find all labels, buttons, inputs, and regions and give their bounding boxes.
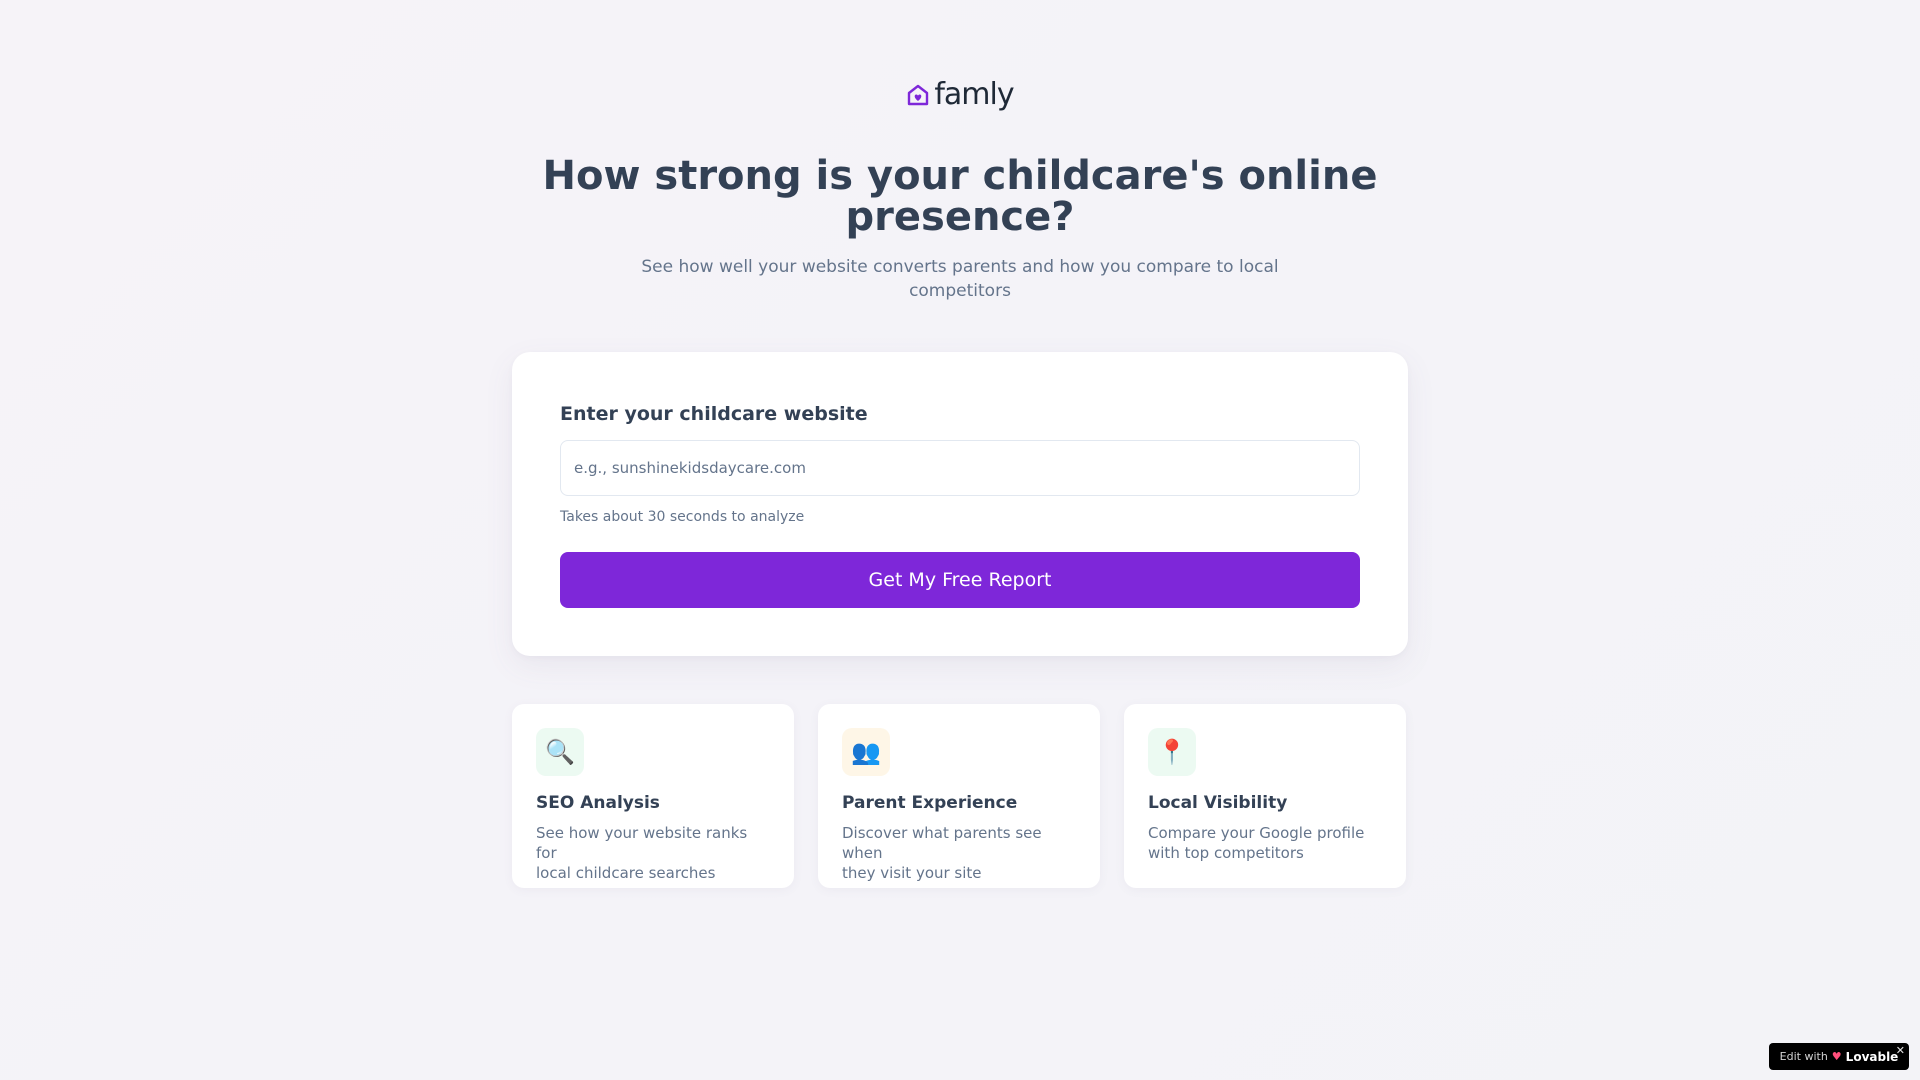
feature-description: Discover what parents see when they visi… [842,823,1076,883]
get-free-report-button[interactable]: Get My Free Report [560,552,1360,608]
edit-with-lovable-badge[interactable]: Edit with ♥ Lovable ✕ [1769,1043,1909,1070]
feature-description: Compare your Google profile with top com… [1148,823,1382,863]
page-title-line: How strong is your childcare's online [542,153,1378,199]
badge-prefix: Edit with [1779,1050,1828,1063]
feature-description-line: Discover what parents see when [842,824,1042,862]
website-url-input[interactable] [560,440,1360,496]
feature-cards: 🔍 SEO Analysis See how your website rank… [512,704,1408,888]
house-heart-icon [906,83,930,107]
feature-title: Parent Experience [842,793,1018,813]
location-pin-icon: 📍 [1148,728,1196,776]
page-title-line: presence? [845,194,1075,240]
lovable-heart-icon: ♥ [1831,1050,1842,1063]
feature-description-line: they visit your site [842,864,982,882]
analysis-time-hint: Takes about 30 seconds to analyze [560,509,805,525]
badge-brand: Lovable [1845,1049,1899,1064]
magnifier-icon: 🔍 [536,728,584,776]
page-subtitle: See how well your website converts paren… [512,255,1408,303]
feature-card-parent-experience: 👥 Parent Experience Discover what parent… [818,704,1100,888]
feature-title: SEO Analysis [536,793,660,813]
feature-title: Local Visibility [1148,793,1288,813]
page-subtitle-line: See how well your website converts paren… [641,257,1279,277]
feature-card-local-visibility: 📍 Local Visibility Compare your Google p… [1124,704,1406,888]
logo-wordmark: famly [934,77,1014,112]
website-field-label: Enter your childcare website [560,403,868,425]
page-title: How strong is your childcare's online pr… [512,156,1408,238]
feature-description-line: See how your website ranks for [536,824,748,862]
close-icon[interactable]: ✕ [1896,1044,1905,1057]
feature-description: See how your website ranks for local chi… [536,823,770,883]
feature-description-line: Compare your Google profile [1148,824,1365,842]
feature-description-line: with top competitors [1148,844,1304,862]
feature-card-seo: 🔍 SEO Analysis See how your website rank… [512,704,794,888]
people-icon: 👥 [842,728,890,776]
feature-description-line: local childcare searches [536,864,716,882]
logo[interactable]: famly [512,78,1408,112]
website-form-card: Enter your childcare website Takes about… [512,352,1408,656]
page-subtitle-line: competitors [909,281,1011,301]
